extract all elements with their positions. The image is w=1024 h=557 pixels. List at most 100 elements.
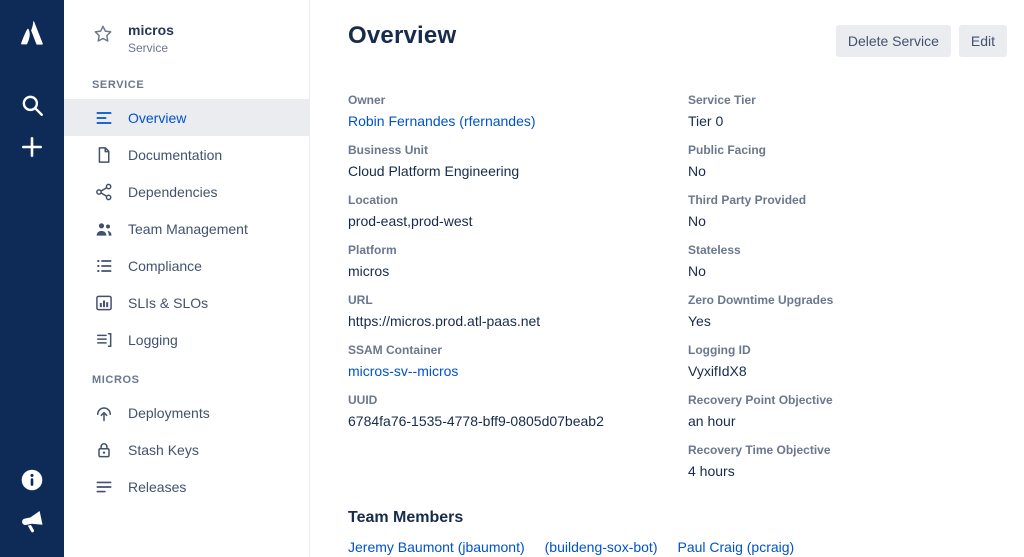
logs-icon bbox=[94, 330, 114, 350]
field-grid: Owner Robin Fernandes (rfernandes) Busin… bbox=[348, 93, 1007, 493]
sidebar-item-label: Stash Keys bbox=[128, 442, 199, 458]
field-column-left: Owner Robin Fernandes (rfernandes) Busin… bbox=[348, 93, 688, 493]
sidebar-item-logging[interactable]: Logging bbox=[64, 321, 309, 358]
field-label: Stateless bbox=[688, 243, 1007, 257]
field-zero-downtime-upgrades: Zero Downtime Upgrades Yes bbox=[688, 293, 1007, 330]
sidebar-item-releases[interactable]: Releases bbox=[64, 468, 309, 505]
field-public-facing: Public Facing No bbox=[688, 143, 1007, 180]
field-label: Logging ID bbox=[688, 343, 1007, 357]
field-value: No bbox=[688, 263, 1007, 280]
sidebar-item-label: SLIs & SLOs bbox=[128, 295, 208, 311]
create-icon[interactable] bbox=[11, 126, 53, 168]
field-value: VyxifIdX8 bbox=[688, 363, 1007, 380]
field-label: Public Facing bbox=[688, 143, 1007, 157]
app-rail bbox=[0, 0, 64, 557]
field-label: Platform bbox=[348, 243, 688, 257]
search-icon[interactable] bbox=[11, 84, 53, 126]
field-value: Tier 0 bbox=[688, 113, 1007, 130]
field-label: Owner bbox=[348, 93, 688, 107]
sidebar-item-label: Documentation bbox=[128, 147, 222, 163]
sidebar-item-stash-keys[interactable]: Stash Keys bbox=[64, 431, 309, 468]
people-icon bbox=[94, 219, 114, 239]
field-business-unit: Business Unit Cloud Platform Engineering bbox=[348, 143, 688, 180]
sidebar-item-label: Releases bbox=[128, 479, 186, 495]
team-members-list: Jeremy Baumont (jbaumont) (buildeng-sox-… bbox=[348, 539, 1007, 555]
field-value: 6784fa76-1535-4778-bff9-0805d07beab2 bbox=[348, 413, 688, 430]
field-label: Third Party Provided bbox=[688, 193, 1007, 207]
service-name: micros bbox=[128, 22, 174, 38]
field-ssam-container: SSAM Container micros-sv--micros bbox=[348, 343, 688, 380]
field-value: Cloud Platform Engineering bbox=[348, 163, 688, 180]
sidebar-item-dependencies[interactable]: Dependencies bbox=[64, 173, 309, 210]
team-member-link[interactable]: Paul Craig (pcraig) bbox=[677, 539, 794, 555]
field-logging-id: Logging ID VyxifIdX8 bbox=[688, 343, 1007, 380]
atlassian-logo-glyph bbox=[17, 18, 47, 48]
field-recovery-point-objective: Recovery Point Objective an hour bbox=[688, 393, 1007, 430]
field-value: No bbox=[688, 163, 1007, 180]
field-label: Service Tier bbox=[688, 93, 1007, 107]
team-member-link[interactable]: Jeremy Baumont (jbaumont) bbox=[348, 539, 525, 555]
releases-icon bbox=[94, 477, 114, 497]
field-owner: Owner Robin Fernandes (rfernandes) bbox=[348, 93, 688, 130]
document-icon bbox=[94, 145, 114, 165]
team-member-link[interactable]: (buildeng-sox-bot) bbox=[545, 539, 658, 555]
field-label: Recovery Point Objective bbox=[688, 393, 1007, 407]
sidebar-item-overview[interactable]: Overview bbox=[64, 99, 309, 136]
field-value: an hour bbox=[688, 413, 1007, 430]
field-third-party-provided: Third Party Provided No bbox=[688, 193, 1007, 230]
header-actions: Delete Service Edit bbox=[836, 25, 1007, 57]
field-value: 4 hours bbox=[688, 463, 1007, 480]
lock-icon bbox=[94, 440, 114, 460]
field-label: SSAM Container bbox=[348, 343, 688, 357]
sidebar-item-label: Team Management bbox=[128, 221, 248, 237]
field-value: Yes bbox=[688, 313, 1007, 330]
dependencies-icon bbox=[94, 182, 114, 202]
field-label: Business Unit bbox=[348, 143, 688, 157]
sidebar-item-deployments[interactable]: Deployments bbox=[64, 394, 309, 431]
sidebar-item-label: Overview bbox=[128, 110, 186, 126]
deploy-icon bbox=[94, 403, 114, 423]
ordered-list-icon bbox=[94, 256, 114, 276]
service-type: Service bbox=[128, 41, 174, 55]
field-value: prod-east,prod-west bbox=[348, 213, 688, 230]
atlassian-logo[interactable] bbox=[11, 12, 53, 54]
edit-button[interactable]: Edit bbox=[959, 25, 1007, 57]
field-stateless: Stateless No bbox=[688, 243, 1007, 280]
ssam-container-link[interactable]: micros-sv--micros bbox=[348, 363, 688, 380]
page-title: Overview bbox=[348, 22, 456, 50]
section-label-micros: MICROS bbox=[64, 374, 309, 386]
service-identity: micros Service bbox=[128, 22, 174, 55]
section-label-service: SERVICE bbox=[64, 79, 309, 91]
field-value: https://micros.prod.atl-paas.net bbox=[348, 313, 688, 330]
info-icon[interactable] bbox=[11, 459, 53, 501]
field-label: URL bbox=[348, 293, 688, 307]
field-column-right: Service Tier Tier 0 Public Facing No Thi… bbox=[688, 93, 1007, 493]
field-service-tier: Service Tier Tier 0 bbox=[688, 93, 1007, 130]
main-header: Overview Delete Service Edit bbox=[348, 22, 1007, 57]
field-label: Zero Downtime Upgrades bbox=[688, 293, 1007, 307]
field-label: Location bbox=[348, 193, 688, 207]
sidebar-item-compliance[interactable]: Compliance bbox=[64, 247, 309, 284]
sidebar-item-label: Dependencies bbox=[128, 184, 218, 200]
sidebar-item-label: Compliance bbox=[128, 258, 202, 274]
owner-link[interactable]: Robin Fernandes (rfernandes) bbox=[348, 113, 688, 130]
field-recovery-time-objective: Recovery Time Objective 4 hours bbox=[688, 443, 1007, 480]
delete-service-button[interactable]: Delete Service bbox=[836, 25, 951, 57]
overview-icon bbox=[94, 108, 114, 128]
field-label: UUID bbox=[348, 393, 688, 407]
field-platform: Platform micros bbox=[348, 243, 688, 280]
sidebar-item-label: Deployments bbox=[128, 405, 210, 421]
sidebar-item-documentation[interactable]: Documentation bbox=[64, 136, 309, 173]
field-location: Location prod-east,prod-west bbox=[348, 193, 688, 230]
sidebar: micros Service SERVICE Overview Document… bbox=[64, 0, 310, 557]
service-header: micros Service bbox=[64, 22, 309, 55]
sidebar-item-slis-slos[interactable]: SLIs & SLOs bbox=[64, 284, 309, 321]
megaphone-icon[interactable] bbox=[11, 501, 53, 543]
sidebar-item-label: Logging bbox=[128, 332, 178, 348]
field-uuid: UUID 6784fa76-1535-4778-bff9-0805d07beab… bbox=[348, 393, 688, 430]
bar-chart-icon bbox=[94, 293, 114, 313]
field-url: URL https://micros.prod.atl-paas.net bbox=[348, 293, 688, 330]
team-members-heading: Team Members bbox=[348, 509, 1007, 527]
star-icon[interactable] bbox=[92, 23, 114, 50]
sidebar-item-team-management[interactable]: Team Management bbox=[64, 210, 309, 247]
